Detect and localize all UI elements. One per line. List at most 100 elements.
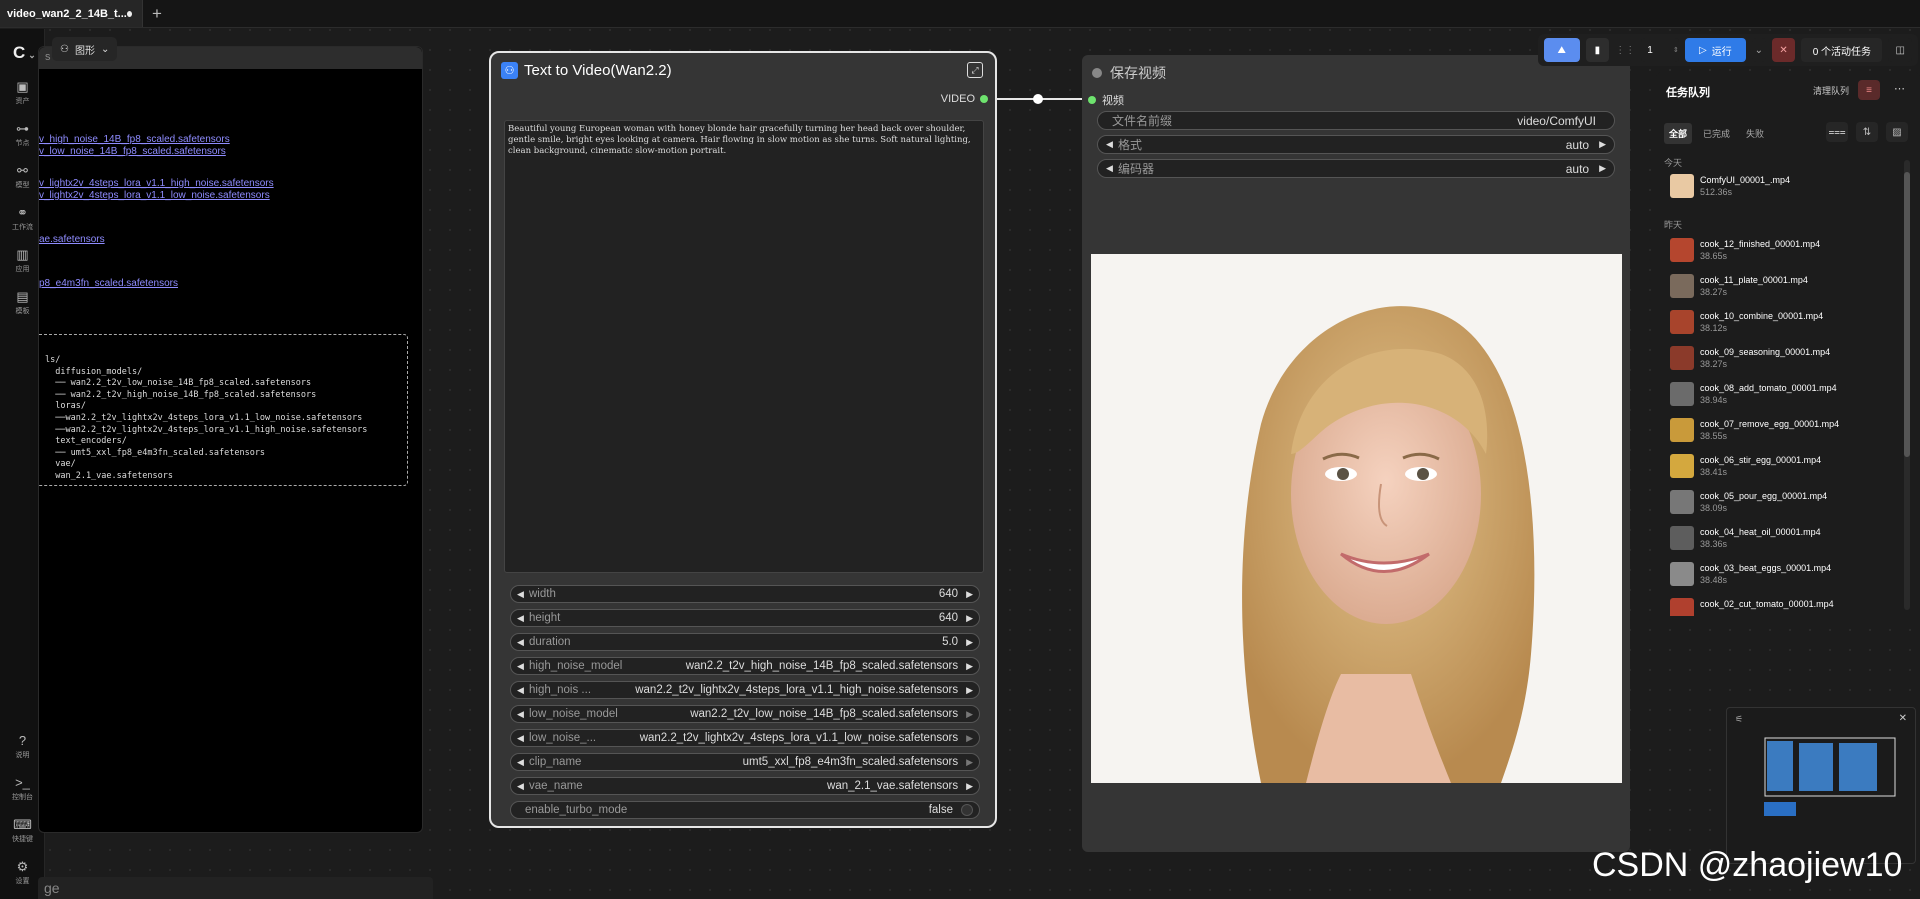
- run-button[interactable]: ▷ 运行: [1684, 38, 1746, 62]
- widget-format[interactable]: ◀ 格式 auto ▶: [1097, 135, 1615, 154]
- node-canvas[interactable]: video_wan2_2_14B_t... + C ⌄ ▣ 资产 ⊶ 节点 ⚯ 模型 ⚭…: [0, 0, 1920, 899]
- add-tab-button[interactable]: +: [143, 0, 171, 27]
- prompt-textarea[interactable]: Beautiful young European woman with hone…: [504, 120, 984, 573]
- minimap[interactable]: ⚟ ✕: [1726, 707, 1916, 864]
- tab-completed[interactable]: 已完成: [1698, 123, 1735, 144]
- filter-icon[interactable]: ⩶: [1826, 122, 1848, 142]
- widget-high-noise-lora[interactable]: ◀ high_nois ... wan2.2_t2v_lightx2v_4steps…: [510, 681, 980, 699]
- collapse-dot-icon[interactable]: [1092, 68, 1102, 78]
- cancel-run-button[interactable]: ✕: [1771, 38, 1796, 62]
- increment-arrow-icon[interactable]: ▶: [966, 637, 973, 648]
- next-arrow-icon[interactable]: ▶: [966, 709, 973, 720]
- tab-all[interactable]: 全部: [1664, 123, 1693, 144]
- run-options-chevron-icon[interactable]: ⌄: [1751, 38, 1766, 62]
- queue-item[interactable]: cook_02_cut_tomato_00001.mp4: [1670, 596, 1900, 616]
- video-output-slot[interactable]: VIDEO: [941, 93, 988, 105]
- video-thumbnail: [1670, 238, 1694, 262]
- next-arrow-icon[interactable]: ▶: [1599, 139, 1606, 150]
- toggle-switch[interactable]: [961, 804, 973, 816]
- queue-mode-icon[interactable]: ⛰: [1544, 38, 1580, 62]
- gallery-icon[interactable]: ▨: [1886, 122, 1908, 142]
- queue-item[interactable]: cook_06_stir_egg_00001.mp4 38.41s: [1670, 452, 1900, 480]
- stepper-arrows-icon[interactable]: ⇕: [1673, 46, 1679, 54]
- queue-item[interactable]: cook_05_pour_egg_00001.mp4 38.09s: [1670, 488, 1900, 516]
- decrement-arrow-icon[interactable]: ◀: [517, 613, 529, 624]
- prev-arrow-icon[interactable]: ◀: [517, 733, 529, 744]
- widget-low-noise-lora[interactable]: ◀ low_noise_... wan2.2_t2v_lightx2v_4steps…: [510, 729, 980, 747]
- model-link[interactable]: ae.safetensors: [39, 234, 274, 246]
- toggle-panel-icon[interactable]: ◫: [1888, 38, 1912, 62]
- workflow-tab[interactable]: video_wan2_2_14B_t...: [0, 0, 143, 27]
- model-link[interactable]: v_lightx2v_4steps_lora_v1.1_low_noise.sa…: [39, 190, 274, 202]
- queue-item[interactable]: cook_08_add_tomato_00001.mp4 38.94s: [1670, 380, 1900, 408]
- next-arrow-icon[interactable]: ▶: [966, 757, 973, 768]
- more-options-icon[interactable]: ⋯: [1894, 82, 1905, 95]
- prev-arrow-icon[interactable]: ◀: [517, 757, 529, 768]
- queue-item[interactable]: cook_11_plate_00001.mp4 38.27s: [1670, 272, 1900, 300]
- bookmark-icon[interactable]: ▮: [1585, 38, 1610, 62]
- text-to-video-node[interactable]: ⚇ Text to Video(Wan2.2) ⤢ VIDEO Beautifu…: [489, 51, 997, 828]
- widget-height[interactable]: ◀ height 640 ▶: [510, 609, 980, 627]
- increment-arrow-icon[interactable]: ▶: [966, 589, 973, 600]
- model-link[interactable]: v_low_noise_14B_fp8_scaled.safetensors: [39, 146, 274, 158]
- decrement-arrow-icon[interactable]: ◀: [517, 589, 529, 600]
- drag-handle-icon[interactable]: ⋮⋮: [1615, 45, 1635, 56]
- node-title[interactable]: ⚇ Text to Video(Wan2.2): [501, 61, 672, 79]
- bottom-node-fragment[interactable]: ge: [38, 877, 433, 899]
- output-connector-icon[interactable]: [980, 95, 988, 103]
- prev-arrow-icon[interactable]: ◀: [1106, 139, 1118, 150]
- sort-icon[interactable]: ⇅: [1856, 122, 1878, 142]
- graph-label: 图形: [74, 45, 95, 57]
- widget-low-noise-model[interactable]: ◀ low_noise_model wan2.2_t2v_low_noise_14B…: [510, 705, 980, 723]
- queue-item-name: cook_07_remove_egg_00001.mp4: [1700, 419, 1840, 429]
- batch-count-stepper[interactable]: 1 ⇕: [1641, 38, 1679, 62]
- video-thumbnail: [1670, 418, 1694, 442]
- queue-item[interactable]: cook_12_finished_00001.mp4 38.65s: [1670, 236, 1900, 264]
- note-node[interactable]: s v_high_noise_14B_fp8_scaled.safetensor…: [38, 46, 423, 833]
- clear-queue-button[interactable]: ≡: [1858, 80, 1880, 100]
- tab-failed[interactable]: 失败: [1741, 123, 1769, 144]
- next-arrow-icon[interactable]: ▶: [1599, 163, 1606, 174]
- decrement-arrow-icon[interactable]: ◀: [517, 637, 529, 648]
- graph-toolbar[interactable]: ⚇ 图形 ⌄: [52, 37, 118, 61]
- scrollbar-thumb[interactable]: [1904, 172, 1910, 457]
- queue-item[interactable]: cook_07_remove_egg_00001.mp4 38.55s: [1670, 416, 1900, 444]
- widget-clip-name[interactable]: ◀ clip_name umt5_xxl_fp8_e4m3fn_scaled.saf…: [510, 753, 980, 771]
- queue-item[interactable]: ComfyUI_00001_.mp4 512.36s: [1670, 172, 1900, 200]
- model-link[interactable]: v_lightx2v_4steps_lora_v1.1_high_noise.s…: [39, 178, 274, 190]
- prev-arrow-icon[interactable]: ◀: [517, 685, 529, 696]
- next-arrow-icon[interactable]: ▶: [966, 733, 973, 744]
- input-connector-icon[interactable]: [1088, 96, 1096, 104]
- expand-subgraph-icon[interactable]: ⤢: [967, 62, 983, 78]
- comfy-logo-icon[interactable]: C ⌄: [13, 43, 36, 63]
- next-arrow-icon[interactable]: ▶: [966, 685, 973, 696]
- node-title[interactable]: 保存视频: [1092, 63, 1166, 83]
- widget-codec[interactable]: ◀ 编码器 auto ▶: [1097, 159, 1615, 178]
- queue-item[interactable]: cook_04_heat_oil_00001.mp4 38.36s: [1670, 524, 1900, 552]
- link-reroute-dot[interactable]: [1033, 94, 1043, 104]
- widget-vae-name[interactable]: ◀ vae_name wan_2.1_vae.safetensors ▶: [510, 777, 980, 795]
- video-preview[interactable]: [1091, 254, 1622, 783]
- prev-arrow-icon[interactable]: ◀: [517, 661, 529, 672]
- prev-arrow-icon[interactable]: ◀: [517, 709, 529, 720]
- model-link[interactable]: v_high_noise_14B_fp8_scaled.safetensors: [39, 134, 274, 146]
- prev-arrow-icon[interactable]: ◀: [1106, 163, 1118, 174]
- widget-enable-turbo-mode[interactable]: enable_turbo_mode false: [510, 801, 980, 819]
- next-arrow-icon[interactable]: ▶: [966, 661, 973, 672]
- save-video-node[interactable]: 保存视频 视频 文件名前缀 video/ComfyUI ◀ 格式 auto ▶ ◀ 编码器…: [1082, 55, 1630, 852]
- widget-high-noise-model[interactable]: ◀ high_noise_model wan2.2_t2v_high_noise_1…: [510, 657, 980, 675]
- active-tasks-button[interactable]: 0 个活动任务: [1801, 38, 1883, 62]
- queue-item[interactable]: cook_03_beat_eggs_00001.mp4 38.48s: [1670, 560, 1900, 588]
- queue-scrollbar[interactable]: [1904, 160, 1910, 610]
- queue-item[interactable]: cook_09_seasoning_00001.mp4 38.27s: [1670, 344, 1900, 372]
- video-input-slot[interactable]: 视频: [1088, 92, 1124, 108]
- clear-queue-label[interactable]: 清理队列: [1813, 84, 1849, 97]
- queue-item[interactable]: cook_10_combine_00001.mp4 38.12s: [1670, 308, 1900, 336]
- increment-arrow-icon[interactable]: ▶: [966, 613, 973, 624]
- model-link[interactable]: p8_e4m3fn_scaled.safetensors: [39, 278, 274, 290]
- widget-duration[interactable]: ◀ duration 5.0 ▶: [510, 633, 980, 651]
- widget-filename-prefix[interactable]: 文件名前缀 video/ComfyUI: [1097, 111, 1615, 130]
- widget-width[interactable]: ◀ width 640 ▶: [510, 585, 980, 603]
- prev-arrow-icon[interactable]: ◀: [517, 781, 529, 792]
- next-arrow-icon[interactable]: ▶: [966, 781, 973, 792]
